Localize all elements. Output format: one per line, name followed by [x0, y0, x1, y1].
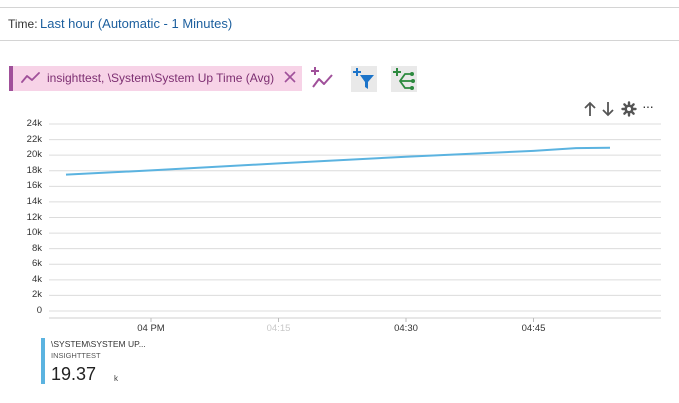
y-tick-label: 20k	[26, 149, 42, 161]
legend-value: 19.37	[51, 364, 97, 384]
y-tick-label: 18k	[26, 164, 42, 176]
x-tick-label: 04:30	[394, 323, 418, 334]
y-tick-label: 2k	[31, 289, 42, 301]
y-tick-label: 8k	[31, 242, 42, 254]
x-tick-label: 04 PM	[137, 323, 165, 334]
legend-unit: k	[114, 374, 118, 383]
y-tick-label: 22k	[26, 133, 42, 145]
x-tick-label: 04:15	[266, 323, 291, 334]
y-tick-label: 16k	[26, 180, 42, 192]
y-tick-label: 0	[36, 305, 42, 316]
y-tick-label: 6k	[31, 258, 42, 270]
legend-color-bar	[41, 338, 45, 384]
y-tick-label: 12k	[26, 211, 42, 223]
y-tick-label: 24k	[26, 118, 42, 129]
y-tick-label: 4k	[31, 273, 42, 285]
y-tick-label: 14k	[26, 195, 42, 207]
x-tick-label: 04:45	[521, 323, 546, 334]
legend-resource-name: INSIGHTTEST	[51, 351, 101, 360]
y-tick-label: 10k	[26, 227, 42, 239]
legend-series-name: \SYSTEM\SYSTEM UP...	[51, 339, 146, 349]
